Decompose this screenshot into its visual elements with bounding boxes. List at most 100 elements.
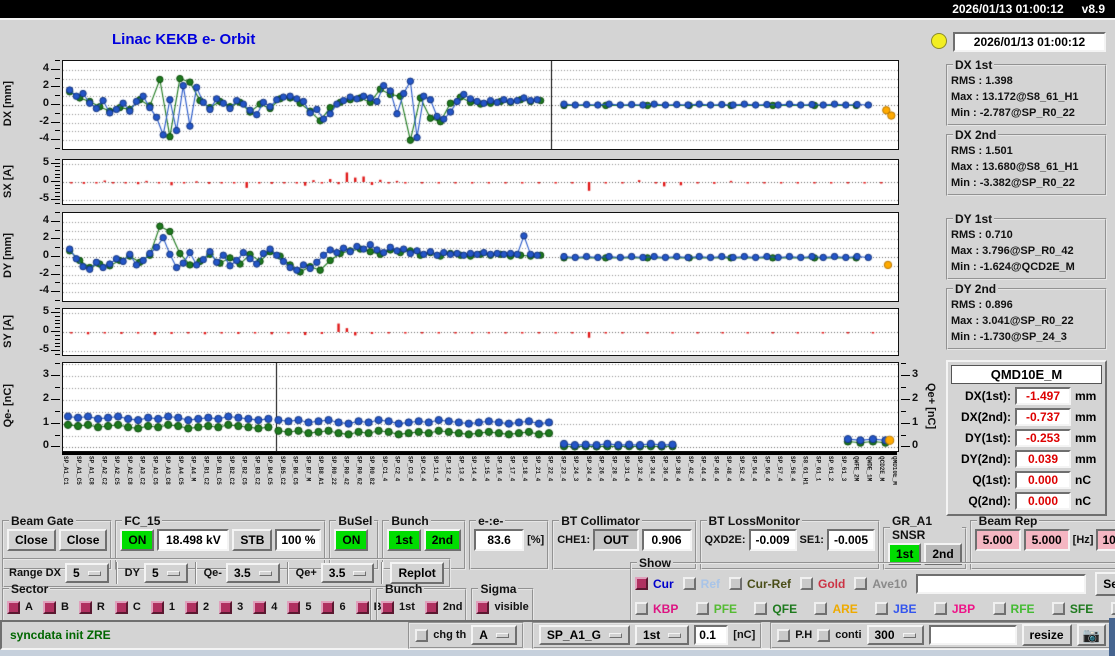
button-stb[interactable]: STB: [232, 529, 273, 551]
group-items: QXD2E: -0.009 SE1: -0.005: [705, 529, 875, 551]
checkbox-ref[interactable]: [682, 577, 696, 590]
checkbox-jbp[interactable]: [933, 602, 947, 615]
ylabel-right-text: Qe+ [nC]: [925, 382, 937, 430]
charts-area: DX [mm] 4 2 0 -2 -4 SX [A] 5 0 -5 DY [mm] 4 2 0 -2 -4 SY…: [0, 20, 945, 520]
tick-mark: [51, 199, 60, 201]
selector-row: SectorABRC123456BTBunch1st2ndSigmavisibl…: [2, 582, 534, 622]
checkbox-chg-th[interactable]: [415, 628, 429, 642]
checkbox-bt[interactable]: [355, 600, 369, 614]
monitor-unit: mm: [1075, 452, 1097, 466]
checkbox-6[interactable]: [321, 600, 335, 614]
checkbox-c[interactable]: [114, 600, 128, 614]
checkbox-kbp[interactable]: [635, 602, 648, 615]
checkbox-3[interactable]: [219, 600, 233, 614]
tick-label: 5: [42, 155, 49, 168]
dropdown-300[interactable]: 300: [866, 625, 924, 645]
checkbox-label-pfe: PFE: [713, 601, 738, 616]
checkbox-p-h[interactable]: [777, 628, 791, 642]
checkbox-conti[interactable]: [817, 628, 831, 642]
chart-dx-plot: [62, 60, 899, 150]
main-window: Linac KEKB e- Orbit 2026/01/13 01:00:12 …: [0, 18, 1115, 656]
checkbox-cur[interactable]: [635, 577, 648, 590]
checkbox-zre[interactable]: [1110, 602, 1115, 615]
monitor-label-dy-2nd: DY(2nd):: [961, 452, 1011, 466]
checkbox-group-cur-ref: Cur-Ref: [729, 577, 791, 591]
checkbox-r[interactable]: [78, 600, 92, 614]
checkbox-label-1st: 1st: [399, 601, 415, 613]
bpm-label: SP_61_1: [814, 456, 822, 482]
tick-mark: [55, 203, 60, 204]
dropdown-indicator-icon: [495, 632, 509, 638]
checkbox-ave10[interactable]: [854, 577, 868, 590]
y-axis-left: 4 2 0 -2 -4: [16, 60, 62, 149]
checkbox-b[interactable]: [42, 600, 56, 614]
button-resize[interactable]: resize: [1021, 624, 1072, 646]
tick-label: 2: [42, 79, 49, 92]
checkbox-label-6: 6: [339, 601, 346, 613]
checkbox-5[interactable]: [287, 600, 301, 614]
button-1st[interactable]: 1st: [387, 529, 421, 551]
dropdown-3-5[interactable]: 3.5: [320, 563, 375, 583]
monitor-title: QMD10E_M: [951, 365, 1102, 384]
window-titlebar: 2026/01/13 01:00:12 v8.9: [0, 0, 1115, 18]
checkbox-a[interactable]: [7, 600, 20, 614]
checkbox-4[interactable]: [253, 600, 267, 614]
checkbox-gold[interactable]: [800, 577, 814, 590]
checkbox-rfe[interactable]: [992, 602, 1006, 615]
tick-mark: [55, 229, 60, 231]
stat-min-label: Min :: [951, 261, 977, 273]
stat-rms-label: RMS :: [951, 299, 983, 311]
checkbox-pfe[interactable]: [695, 602, 709, 615]
checkbox-1st[interactable]: [381, 600, 394, 614]
text-input[interactable]: [928, 625, 1017, 645]
bpm-label: SP_42_4: [686, 456, 694, 482]
dropdown-a[interactable]: A: [471, 625, 517, 645]
text-input[interactable]: [694, 625, 729, 645]
button-close[interactable]: Close: [58, 529, 108, 551]
checkbox-2nd[interactable]: [424, 600, 438, 614]
set-ref-button[interactable]: Set Ref: [1095, 571, 1115, 596]
button-replot[interactable]: Replot: [390, 562, 444, 584]
label-range-dx: Range DX: [9, 567, 61, 579]
camera-button[interactable]: 📷: [1076, 624, 1106, 646]
bpm-label: SP_A2_C2: [100, 456, 108, 485]
ref-input[interactable]: [916, 573, 1087, 594]
monitor-unit: mm: [1075, 410, 1097, 424]
tick-mark: [55, 282, 60, 284]
bpm-label: QWDE_1M: [865, 456, 873, 482]
checkbox-cur-ref[interactable]: [729, 577, 743, 590]
button-2nd[interactable]: 2nd: [423, 529, 462, 551]
bpm-label: SP_24_4: [584, 456, 592, 482]
tick-mark: [55, 323, 60, 325]
checkbox-group-pfe: PFE: [695, 601, 738, 616]
button-close[interactable]: Close: [7, 529, 56, 551]
checkbox-group-visible: visible: [476, 600, 529, 614]
group-items: Close Close: [7, 529, 108, 551]
checkbox-group-a: A: [7, 600, 33, 614]
checkbox-1[interactable]: [150, 600, 164, 614]
tick-mark: [51, 422, 60, 424]
bpm-label: SP_44_4: [699, 456, 707, 482]
checkbox-sfe[interactable]: [1051, 602, 1065, 615]
tick-label: 3: [42, 368, 49, 381]
checkbox-2[interactable]: [184, 600, 198, 614]
monitor-value-dx-2nd: -0.737: [1015, 408, 1071, 426]
checkbox-qfe[interactable]: [754, 602, 768, 615]
tick-label: -4: [39, 132, 49, 145]
button-on[interactable]: ON: [120, 529, 155, 551]
dropdown-1st[interactable]: 1st: [634, 625, 690, 645]
stat-max-label: Max :: [951, 315, 980, 327]
dropdown-5[interactable]: 5: [64, 563, 109, 583]
checkbox-are[interactable]: [814, 602, 828, 615]
checkbox-group-jbp: JBP: [933, 602, 975, 616]
checkbox-visible[interactable]: [476, 600, 490, 614]
group-legend-e-e: e-:e-: [478, 514, 504, 528]
dropdown-3-5[interactable]: 3.5: [225, 563, 280, 583]
checkbox-jbe[interactable]: [875, 602, 889, 615]
dropdown-5[interactable]: 5: [143, 563, 188, 583]
tick-mark: [901, 386, 906, 388]
toggle-out[interactable]: OUT: [593, 529, 639, 551]
button-on[interactable]: ON: [334, 529, 369, 551]
dropdown-indicator-icon: [668, 632, 682, 638]
dropdown-sp-a1-g[interactable]: SP_A1_G: [538, 625, 630, 645]
